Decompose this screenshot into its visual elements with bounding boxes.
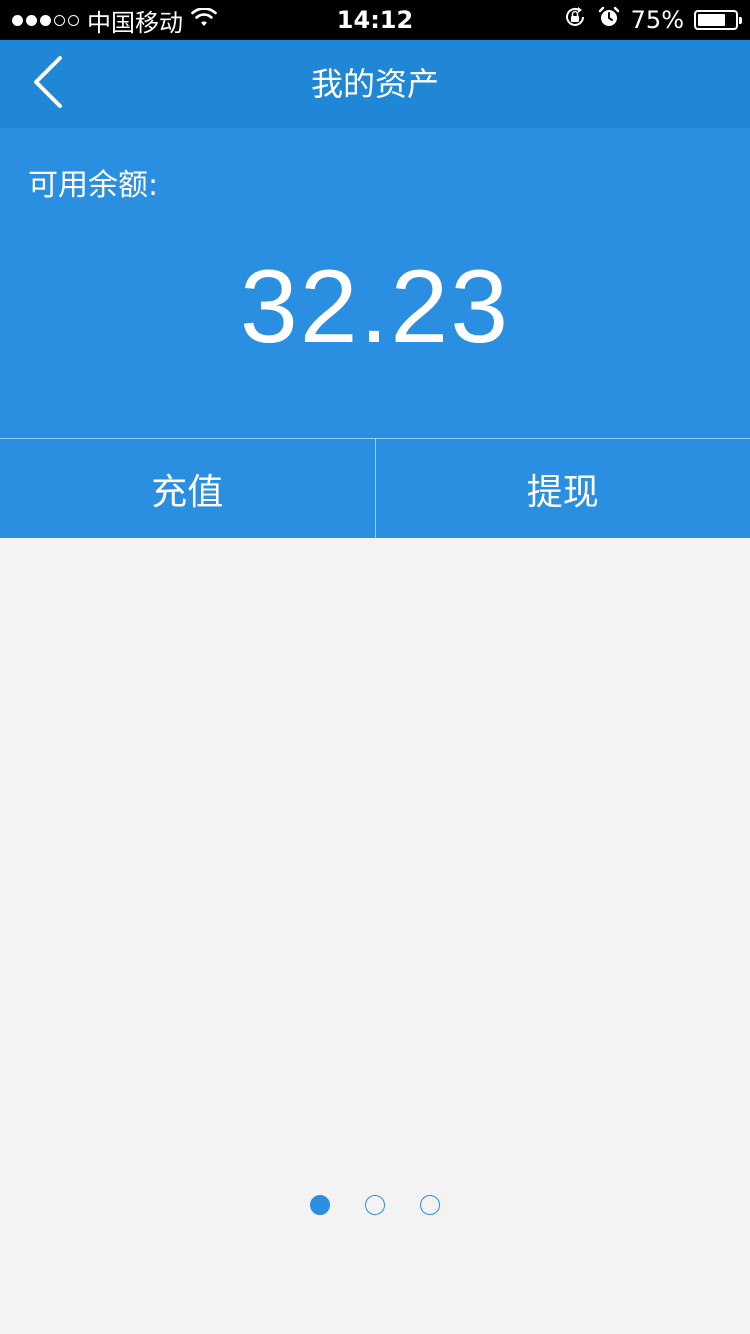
page-dot-3[interactable]: [420, 1195, 440, 1215]
status-bar: 中国移动 14:12 75%: [0, 0, 750, 40]
back-button[interactable]: [18, 54, 78, 114]
status-right: 75%: [563, 0, 742, 40]
chevron-left-icon: [32, 55, 64, 113]
rotation-lock-icon: [563, 5, 587, 35]
page-dot-1[interactable]: [310, 1195, 330, 1215]
recharge-button[interactable]: 充值: [0, 439, 375, 538]
page-dot-2[interactable]: [365, 1195, 385, 1215]
battery-icon: [694, 10, 742, 30]
page-indicator: [0, 1195, 750, 1215]
balance-label: 可用余额:: [28, 168, 159, 203]
balance-panel: 可用余额: 32.23: [0, 128, 750, 438]
battery-level: [698, 14, 725, 26]
battery-percent: 75%: [630, 6, 684, 34]
nav-bar: 我的资产: [0, 40, 750, 128]
balance-amount: 32.23: [239, 249, 511, 365]
alarm-icon: [597, 5, 621, 35]
action-row: 充值 提现: [0, 438, 750, 538]
page-title: 我的资产: [310, 65, 439, 103]
withdraw-button[interactable]: 提现: [376, 439, 750, 538]
